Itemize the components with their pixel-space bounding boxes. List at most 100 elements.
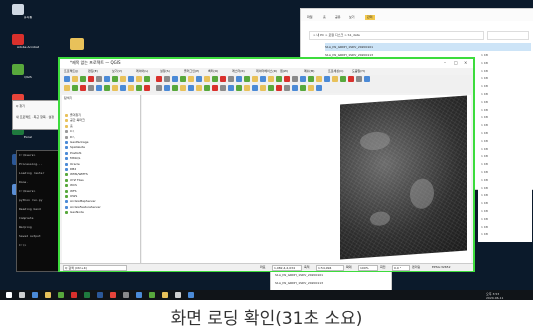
- secondary-explorer-row[interactable]: S1A_IW_GRDH_1SDV_20200113: [275, 281, 323, 285]
- maximize-icon[interactable]: □: [454, 60, 458, 65]
- toolbar-button-icon[interactable]: [268, 76, 274, 82]
- browser-tree-item[interactable]: Oracle: [70, 162, 80, 166]
- toolbar-button-icon[interactable]: [340, 76, 346, 82]
- toolbar-button-icon[interactable]: [364, 76, 370, 82]
- toolbar-button-icon[interactable]: [188, 76, 194, 82]
- toolbar-button-icon[interactable]: [72, 85, 78, 91]
- render-checkbox[interactable]: 렌더링: [412, 265, 420, 269]
- toolbar-button-icon[interactable]: [144, 85, 150, 91]
- start-icon[interactable]: [6, 292, 12, 298]
- toolbar-button-icon[interactable]: [252, 76, 258, 82]
- secondary-explorer-row[interactable]: S1A_IW_GRDH_1SDV_20200101: [275, 273, 323, 277]
- taskbar-app-icon[interactable]: [149, 292, 155, 298]
- explorer-file-row[interactable]: S1A_IW_GRDH_1SDV_20200101: [325, 43, 531, 51]
- toolbar-button-icon[interactable]: [96, 85, 102, 91]
- toolbar-button-icon[interactable]: [252, 85, 258, 91]
- toolbar-button-icon[interactable]: [276, 76, 282, 82]
- tray-date[interactable]: 2020-06-11: [486, 296, 503, 300]
- menu-item[interactable]: 래스터(R): [232, 69, 245, 73]
- toolbar-button-icon[interactable]: [88, 85, 94, 91]
- browser-tree-item[interactable]: WFS: [70, 189, 77, 193]
- menu-item[interactable]: 레이어(L): [136, 69, 148, 73]
- toolbar-button-icon[interactable]: [172, 85, 178, 91]
- toolbar-button-icon[interactable]: [64, 76, 70, 82]
- menu-item[interactable]: 프로세싱(C): [328, 69, 343, 73]
- toolbar-button-icon[interactable]: [180, 76, 186, 82]
- browser-tree-item[interactable]: WMS/WMTS: [70, 172, 88, 176]
- toolbar-button-icon[interactable]: [284, 85, 290, 91]
- taskbar-app-icon[interactable]: [45, 292, 51, 298]
- toolbar-button-icon[interactable]: [292, 76, 298, 82]
- taskbar-app-icon[interactable]: [123, 292, 129, 298]
- toolbar-button-icon[interactable]: [356, 76, 362, 82]
- browser-tree-item[interactable]: DB2: [70, 167, 76, 171]
- taskbar-app-icon[interactable]: [97, 292, 103, 298]
- toolbar-button-icon[interactable]: [316, 85, 322, 91]
- toolbar-button-icon[interactable]: [204, 85, 210, 91]
- toolbar-button-icon[interactable]: [120, 76, 126, 82]
- explorer-tab-view[interactable]: 보기: [349, 15, 355, 20]
- toolbar-button-icon[interactable]: [120, 85, 126, 91]
- toolbar-button-icon[interactable]: [236, 76, 242, 82]
- menu-item[interactable]: 프로젝트(J): [64, 69, 78, 73]
- crs-button[interactable]: EPSG:32652: [432, 265, 451, 269]
- minimize-icon[interactable]: –: [444, 60, 446, 65]
- explorer-search-input[interactable]: [487, 31, 529, 40]
- browser-tree-item[interactable]: D:\: [70, 135, 74, 139]
- toolbar-button-icon[interactable]: [180, 85, 186, 91]
- toolbar-button-icon[interactable]: [308, 76, 314, 82]
- toolbar-button-icon[interactable]: [104, 76, 110, 82]
- toolbar-button-icon[interactable]: [276, 85, 282, 91]
- toolbar-button-icon[interactable]: [128, 76, 134, 82]
- taskbar-app-icon[interactable]: [175, 292, 181, 298]
- toolbar-button-icon[interactable]: [164, 85, 170, 91]
- menu-item[interactable]: 보기(V): [112, 69, 122, 73]
- toolbar-button-icon[interactable]: [316, 76, 322, 82]
- magnifier-field[interactable]: 100%: [358, 265, 378, 271]
- taskbar-app-icon[interactable]: [19, 292, 25, 298]
- toolbar-button-icon[interactable]: [324, 76, 330, 82]
- toolbar-button-icon[interactable]: [80, 76, 86, 82]
- menu-item[interactable]: 벡터(O): [208, 69, 218, 73]
- explorer-address-bar[interactable]: > 내 PC > 로컬 디스크 > S1_data: [309, 31, 484, 40]
- toolbar-button-icon[interactable]: [212, 85, 218, 91]
- toolbar-button-icon[interactable]: [136, 85, 142, 91]
- toolbar-button-icon[interactable]: [88, 76, 94, 82]
- toolbar-button-icon[interactable]: [220, 76, 226, 82]
- taskbar-app-icon[interactable]: [32, 292, 38, 298]
- scale-field[interactable]: 1:54,994: [316, 265, 344, 271]
- locator-search-input[interactable]: Q 검색 (Ctrl+K): [63, 265, 127, 271]
- toolbar-button-icon[interactable]: [220, 85, 226, 91]
- toolbar-button-icon[interactable]: [188, 85, 194, 91]
- toolbar-button-icon[interactable]: [236, 85, 242, 91]
- toolbar-button-icon[interactable]: [212, 76, 218, 82]
- menu-item[interactable]: 설정(S): [160, 69, 170, 73]
- taskbar-app-icon[interactable]: [110, 292, 116, 298]
- desktop-shortcut[interactable]: QGIS: [4, 64, 52, 86]
- browser-tree-item[interactable]: ArcGisMapServer: [70, 199, 96, 203]
- browser-tree-item[interactable]: SpatiaLite: [70, 145, 85, 149]
- toolbar-button-icon[interactable]: [300, 76, 306, 82]
- toolbar-button-icon[interactable]: [268, 85, 274, 91]
- toolbar-button-icon[interactable]: [80, 85, 86, 91]
- dialog-search-label[interactable]: Q 찾기: [16, 104, 25, 108]
- menu-item[interactable]: 데이터베이스(D): [256, 69, 277, 73]
- dialog-options-label[interactable]: 새 프로젝트 · 최근 항목 · 설정: [16, 115, 54, 119]
- explorer-tab-manage[interactable]: 관리: [365, 15, 375, 20]
- browser-tree-item[interactable]: 즐겨찾기: [70, 113, 81, 117]
- folder-icon[interactable]: [70, 38, 84, 50]
- browser-tree-item[interactable]: ArcGisFeatureServer: [70, 205, 101, 209]
- browser-tree-item[interactable]: GeoNode: [70, 210, 84, 214]
- explorer-tab-file[interactable]: 파일: [307, 15, 313, 20]
- taskbar-app-icon[interactable]: [162, 292, 168, 298]
- map-canvas[interactable]: [142, 95, 471, 265]
- toolbar-button-icon[interactable]: [72, 76, 78, 82]
- toolbar-button-icon[interactable]: [244, 85, 250, 91]
- toolbar-button-icon[interactable]: [104, 85, 110, 91]
- toolbar-button-icon[interactable]: [112, 76, 118, 82]
- toolbar-button-icon[interactable]: [260, 85, 266, 91]
- taskbar-app-icon[interactable]: [58, 292, 64, 298]
- menu-item[interactable]: 웹(W): [280, 69, 288, 73]
- toolbar-button-icon[interactable]: [228, 85, 234, 91]
- toolbar-button-icon[interactable]: [284, 76, 290, 82]
